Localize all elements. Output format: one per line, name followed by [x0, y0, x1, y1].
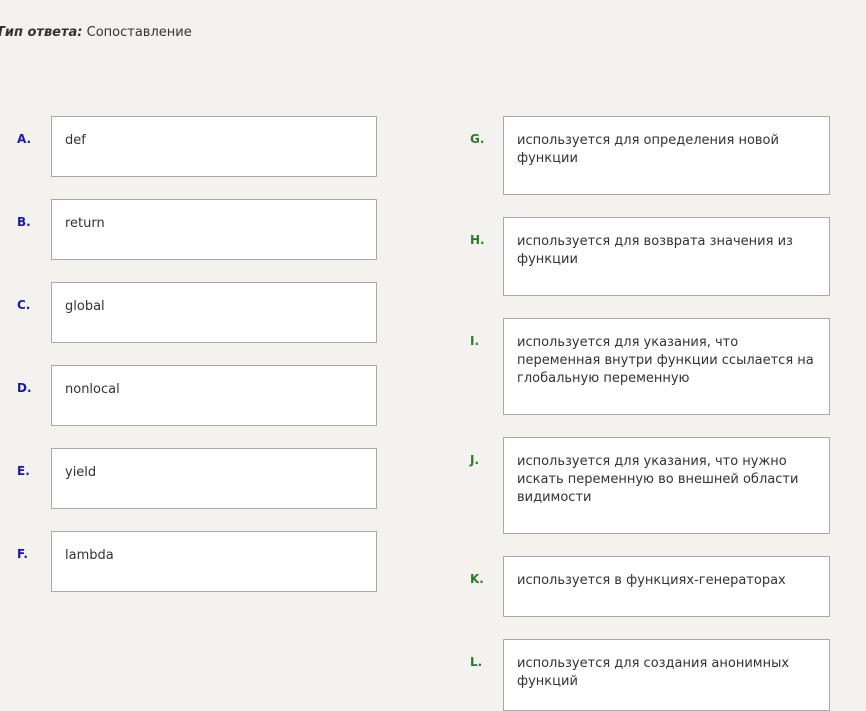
left-letter-d: D. [17, 381, 32, 395]
right-option-k[interactable]: используется в функциях-генераторах [503, 556, 830, 617]
answer-type-label: Тип ответа: [0, 25, 83, 40]
right-letter-k: K. [470, 572, 484, 586]
right-option-i[interactable]: используется для указания, что переменна… [503, 318, 830, 415]
left-option-lambda[interactable]: lambda [51, 531, 377, 592]
answer-type: Тип ответа: Сопоставление [0, 25, 192, 40]
right-letter-i: I. [470, 334, 480, 348]
right-letter-j: J. [470, 453, 480, 467]
left-letter-a: A. [17, 132, 32, 146]
right-option-h[interactable]: используется для возврата значения из фу… [503, 217, 830, 296]
right-letter-l: L. [470, 655, 483, 669]
left-letter-e: E. [17, 464, 30, 478]
left-letter-b: B. [17, 215, 31, 229]
left-option-global[interactable]: global [51, 282, 377, 343]
right-letter-g: G. [470, 132, 485, 146]
left-option-nonlocal[interactable]: nonlocal [51, 365, 377, 426]
left-letter-c: C. [17, 298, 31, 312]
left-option-def[interactable]: def [51, 116, 377, 177]
answer-type-value: Сопоставление [86, 25, 192, 40]
right-letter-h: H. [470, 233, 485, 247]
right-option-g[interactable]: используется для определения новой функц… [503, 116, 830, 195]
left-option-return[interactable]: return [51, 199, 377, 260]
right-option-l[interactable]: используется для создания анонимных функ… [503, 639, 830, 711]
left-letter-f: F. [17, 547, 28, 561]
left-option-yield[interactable]: yield [51, 448, 377, 509]
right-option-j[interactable]: используется для указания, что нужно иск… [503, 437, 830, 534]
